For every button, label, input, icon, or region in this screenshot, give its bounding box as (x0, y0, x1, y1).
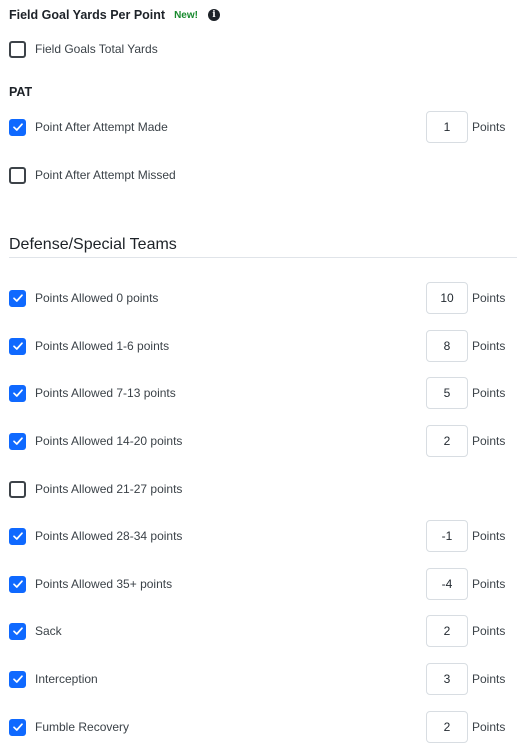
points-unit: Points (472, 291, 506, 305)
checkbox[interactable] (9, 118, 26, 136)
section-divider (9, 257, 517, 258)
checkbox[interactable] (9, 337, 26, 355)
points-input[interactable]: 3 (426, 663, 468, 695)
row-label: Points Allowed 21-27 points (35, 482, 183, 496)
new-badge: New! (174, 9, 198, 21)
field-goals-total-yards-row: Field Goals Total Yards (9, 38, 509, 60)
checkmark-icon (12, 532, 23, 540)
row-label: Interception (35, 672, 98, 686)
checkmark-icon (12, 437, 23, 445)
checkmark-icon (12, 580, 23, 588)
interception-row: Interception 3 Points (9, 663, 509, 695)
checkbox[interactable] (9, 575, 26, 593)
points-allowed-28-34-row: Points Allowed 28-34 points -1 Points (9, 520, 509, 552)
row-label: Points Allowed 14-20 points (35, 434, 183, 448)
points-unit: Points (472, 577, 506, 591)
points-control: 8 Points (426, 330, 505, 362)
points-input[interactable]: 8 (426, 330, 468, 362)
defense-section-title: Defense/Special Teams (9, 236, 177, 253)
checkmark-icon (12, 123, 23, 131)
points-unit: Points (472, 120, 506, 134)
checkmark-icon (12, 294, 23, 302)
points-control: 1 Points (426, 111, 505, 143)
section-title: Field Goal Yards Per Point (9, 8, 166, 22)
points-input[interactable]: 5 (426, 377, 468, 409)
checkmark-icon (12, 342, 23, 350)
row-label: Point After Attempt Made (35, 120, 168, 134)
row-label: Point After Attempt Missed (35, 168, 176, 182)
points-allowed-7-13-row: Points Allowed 7-13 points 5 Points (9, 377, 509, 409)
sack-row: Sack 2 Points (9, 615, 509, 647)
field-goal-header: Field Goal Yards Per Point New! i (9, 6, 220, 24)
points-unit: Points (472, 720, 506, 734)
checkbox[interactable] (9, 289, 26, 307)
checkbox[interactable] (9, 670, 26, 688)
points-allowed-0-row: Points Allowed 0 points 10 Points (9, 282, 509, 314)
checkmark-icon (12, 723, 23, 731)
points-control: -1 Points (426, 520, 505, 552)
points-input[interactable]: 2 (426, 615, 468, 647)
points-allowed-14-20-row: Points Allowed 14-20 points 2 Points (9, 425, 509, 457)
checkmark-icon (12, 627, 23, 635)
row-label: Points Allowed 1-6 points (35, 339, 170, 353)
points-unit: Points (472, 386, 506, 400)
row-label: Points Allowed 0 points (35, 291, 159, 305)
row-label: Points Allowed 28-34 points (35, 529, 183, 543)
row-label: Points Allowed 7-13 points (35, 386, 176, 400)
fumble-recovery-row: Fumble Recovery 2 Points (9, 711, 509, 743)
points-input[interactable]: -4 (426, 568, 468, 600)
checkbox[interactable] (9, 480, 26, 498)
points-allowed-35-plus-row: Points Allowed 35+ points -4 Points (9, 568, 509, 600)
pat-missed-row: Point After Attempt Missed (9, 164, 509, 186)
points-allowed-1-6-row: Points Allowed 1-6 points 8 Points (9, 330, 509, 362)
checkbox[interactable] (9, 622, 26, 640)
checkbox[interactable] (9, 432, 26, 450)
points-allowed-21-27-row: Points Allowed 21-27 points (9, 478, 509, 500)
row-label: Fumble Recovery (35, 720, 130, 734)
checkbox[interactable] (9, 166, 26, 184)
points-input[interactable]: 2 (426, 425, 468, 457)
points-input[interactable]: 10 (426, 282, 468, 314)
checkbox[interactable] (9, 40, 26, 58)
points-input[interactable]: 1 (426, 111, 468, 143)
points-unit: Points (472, 529, 506, 543)
points-control: 3 Points (426, 663, 505, 695)
row-label: Points Allowed 35+ points (35, 577, 173, 591)
points-input[interactable]: -1 (426, 520, 468, 552)
points-control: 2 Points (426, 615, 505, 647)
points-input[interactable]: 2 (426, 711, 468, 743)
checkmark-icon (12, 675, 23, 683)
points-control: 2 Points (426, 711, 505, 743)
points-control: 5 Points (426, 377, 505, 409)
points-control: 2 Points (426, 425, 505, 457)
info-icon[interactable]: i (207, 9, 220, 21)
checkbox[interactable] (9, 384, 26, 402)
points-unit: Points (472, 339, 506, 353)
points-unit: Points (472, 672, 506, 686)
checkmark-icon (12, 389, 23, 397)
points-control: -4 Points (426, 568, 505, 600)
checkbox[interactable] (9, 527, 26, 545)
points-control: 10 Points (426, 282, 505, 314)
row-label: Sack (35, 624, 62, 638)
checkbox[interactable] (9, 718, 26, 736)
points-unit: Points (472, 624, 506, 638)
points-unit: Points (472, 434, 506, 448)
pat-made-row: Point After Attempt Made 1 Points (9, 111, 509, 143)
pat-section-title: PAT (9, 85, 33, 99)
row-label: Field Goals Total Yards (35, 42, 158, 56)
